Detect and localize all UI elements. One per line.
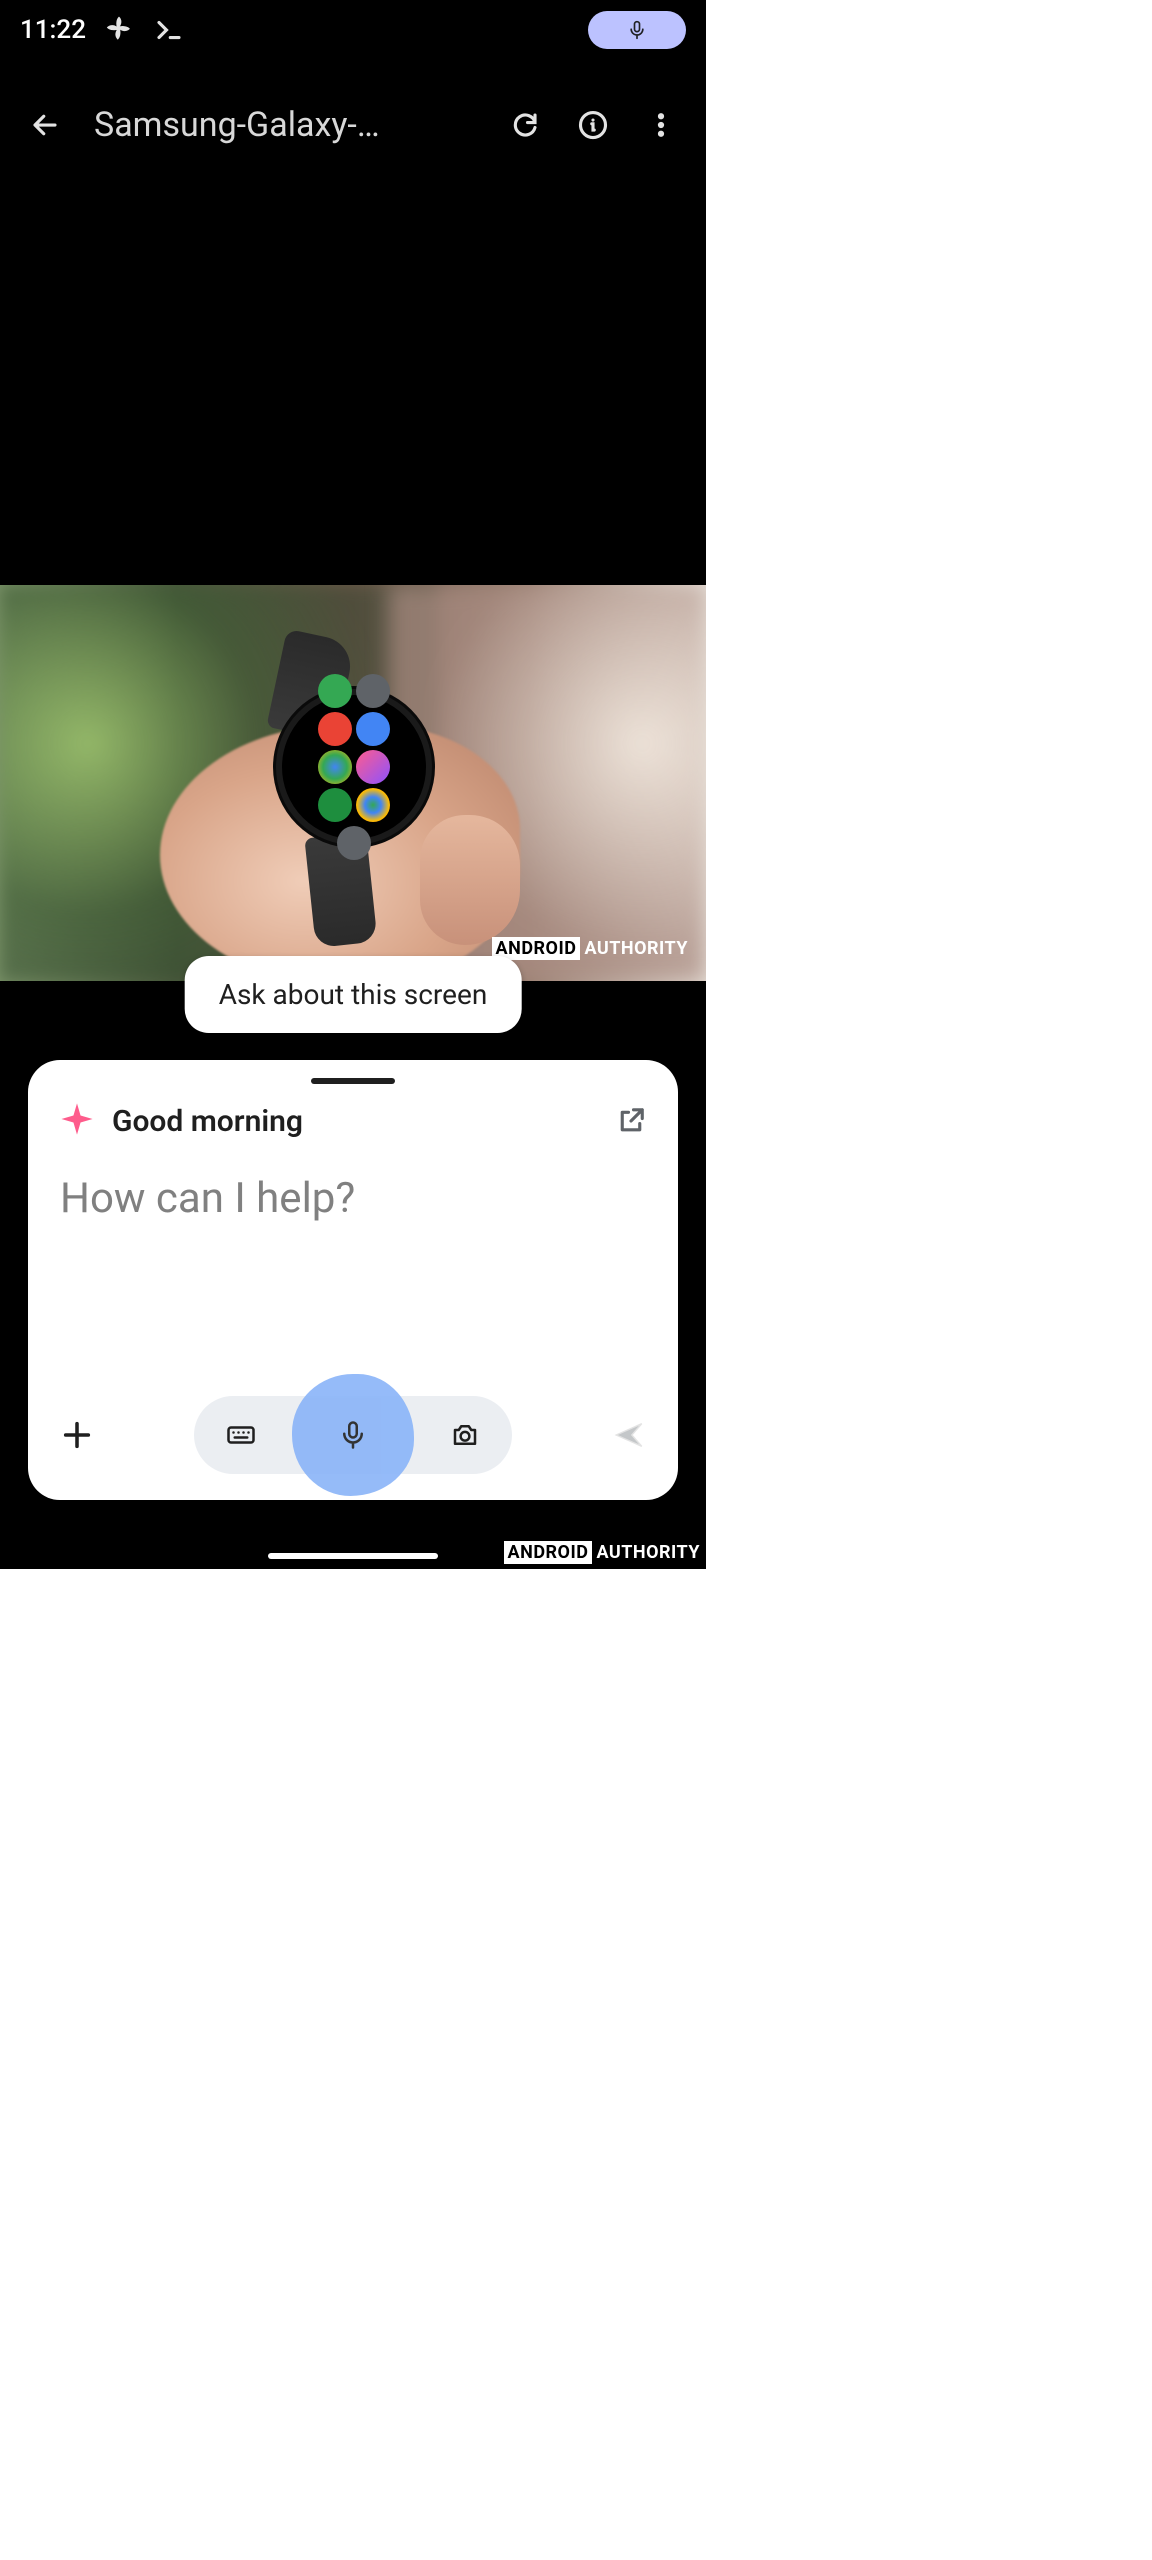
info-icon[interactable] [576,108,610,142]
keyboard-icon[interactable] [224,1418,258,1452]
drag-handle[interactable] [311,1078,395,1084]
rotate-icon[interactable] [508,108,542,142]
assistant-sheet: Good morning How can I help? [28,1060,678,1500]
open-external-icon[interactable] [616,1106,646,1136]
screenshot-watermark: ANDROIDAUTHORITY [504,1542,700,1563]
file-title: Samsung-Galaxy-… [94,105,484,145]
gemini-spark-icon [60,1102,94,1140]
status-time: 11:22 [20,15,86,45]
voice-input-button[interactable] [292,1374,414,1496]
camera-icon[interactable] [448,1418,482,1452]
status-bar: 11:22 [0,0,706,60]
add-button[interactable] [60,1418,94,1452]
terminal-icon [152,13,186,47]
photo-watermark: ANDROIDAUTHORITY [492,938,688,959]
ask-chip-label: Ask about this screen [219,978,488,1011]
send-button[interactable] [612,1418,646,1452]
prompt-placeholder[interactable]: How can I help? [60,1174,646,1223]
greeting-text: Good morning [112,1104,303,1139]
more-icon[interactable] [644,108,678,142]
assistant-toolbar [60,1396,646,1474]
watch-photo[interactable]: ANDROIDAUTHORITY [0,585,706,981]
pinwheel-icon [102,13,136,47]
gesture-nav-bar[interactable] [268,1553,438,1559]
watch-face [276,689,432,845]
input-mode-pill [194,1396,512,1474]
back-arrow-icon[interactable] [28,108,62,142]
phone-screenshot: 11:22 Samsung-Galaxy-… [0,0,706,1569]
photo-viewer-appbar: Samsung-Galaxy-… [0,90,706,160]
assistant-mic-pill[interactable] [588,11,686,49]
ask-about-screen-chip[interactable]: Ask about this screen [185,956,522,1033]
